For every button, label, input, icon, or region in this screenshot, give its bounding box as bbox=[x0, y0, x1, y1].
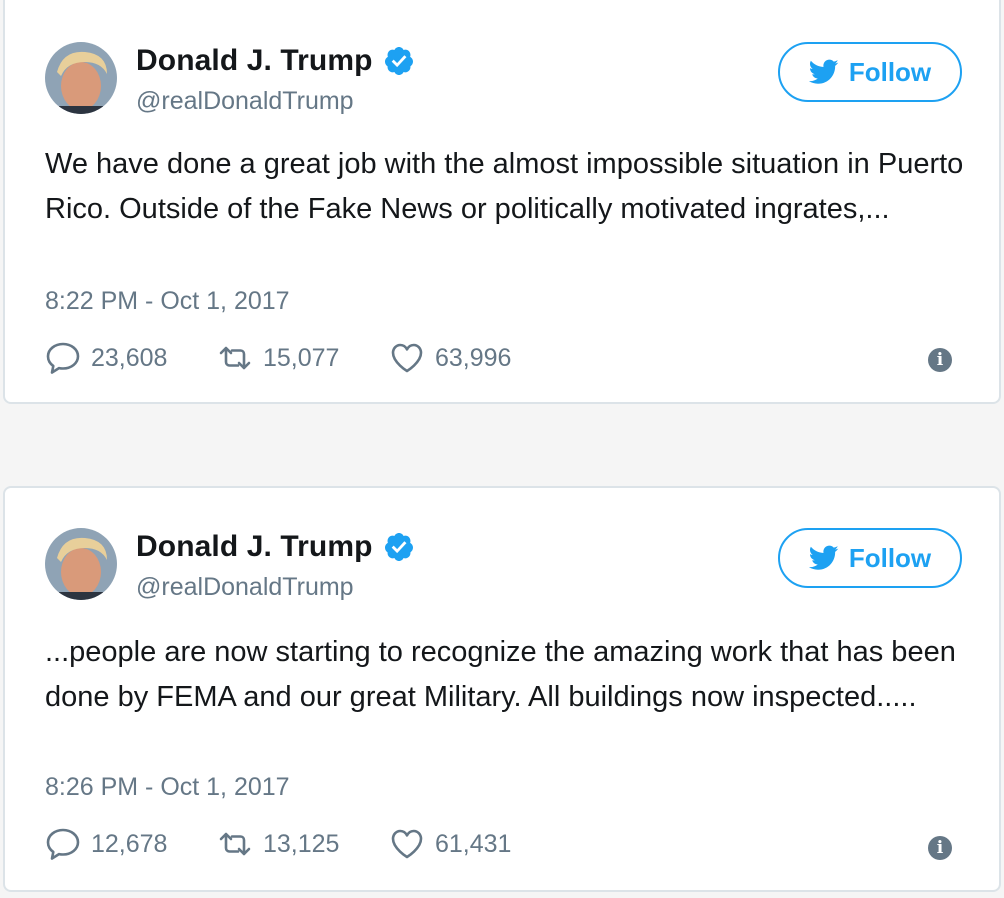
author-name[interactable]: Donald J. Trump bbox=[136, 530, 415, 564]
reply-button[interactable]: 23,608 bbox=[45, 341, 217, 375]
reply-count: 12,678 bbox=[91, 829, 168, 858]
tweet-card: Donald J. Trump @realDonaldTrump Follow … bbox=[3, 486, 1001, 892]
heart-icon bbox=[391, 829, 423, 859]
follow-button[interactable]: Follow bbox=[778, 528, 962, 588]
reply-button[interactable]: 12,678 bbox=[45, 827, 217, 861]
follow-label: Follow bbox=[848, 542, 932, 573]
avatar[interactable] bbox=[45, 42, 117, 114]
verified-badge-icon bbox=[384, 47, 413, 75]
retweet-icon bbox=[219, 346, 251, 370]
tweet-actions: 23,608 15,077 63,996 bbox=[45, 338, 511, 378]
author-handle[interactable]: @realDonaldTrump bbox=[136, 573, 354, 602]
avatar[interactable] bbox=[45, 528, 117, 600]
follow-label: Follow bbox=[848, 56, 932, 87]
reply-count: 23,608 bbox=[91, 343, 168, 372]
author-name-text[interactable]: Donald J. Trump bbox=[136, 44, 373, 78]
like-button[interactable]: 63,996 bbox=[389, 341, 511, 375]
tweet-actions: 12,678 13,125 61,431 bbox=[45, 824, 511, 864]
like-count: 63,996 bbox=[435, 343, 512, 372]
like-count: 61,431 bbox=[435, 829, 512, 858]
verified-badge-icon bbox=[384, 533, 413, 561]
twitter-bird-icon bbox=[808, 59, 839, 84]
info-icon[interactable]: i bbox=[928, 348, 952, 372]
tweet-card: Donald J. Trump @realDonaldTrump Follow … bbox=[3, 0, 1001, 404]
author-name-text[interactable]: Donald J. Trump bbox=[136, 530, 373, 564]
retweet-icon bbox=[219, 832, 251, 856]
retweet-count: 15,077 bbox=[263, 343, 340, 372]
retweet-button[interactable]: 13,125 bbox=[217, 827, 389, 861]
heart-icon bbox=[391, 343, 423, 373]
author-name[interactable]: Donald J. Trump bbox=[136, 44, 415, 78]
tweet-timestamp[interactable]: 8:26 PM - Oct 1, 2017 bbox=[45, 773, 290, 802]
like-button[interactable]: 61,431 bbox=[389, 827, 511, 861]
tweet-timestamp[interactable]: 8:22 PM - Oct 1, 2017 bbox=[45, 287, 290, 316]
tweet-text: ...people are now starting to recognize … bbox=[45, 636, 956, 713]
reply-icon bbox=[46, 342, 80, 374]
retweet-button[interactable]: 15,077 bbox=[217, 341, 389, 375]
twitter-bird-icon bbox=[808, 545, 839, 570]
reply-icon bbox=[46, 828, 80, 860]
author-handle[interactable]: @realDonaldTrump bbox=[136, 87, 354, 116]
retweet-count: 13,125 bbox=[263, 829, 340, 858]
follow-button[interactable]: Follow bbox=[778, 42, 962, 102]
info-icon[interactable]: i bbox=[928, 836, 952, 860]
tweet-text: We have done a great job with the almost… bbox=[45, 148, 964, 225]
